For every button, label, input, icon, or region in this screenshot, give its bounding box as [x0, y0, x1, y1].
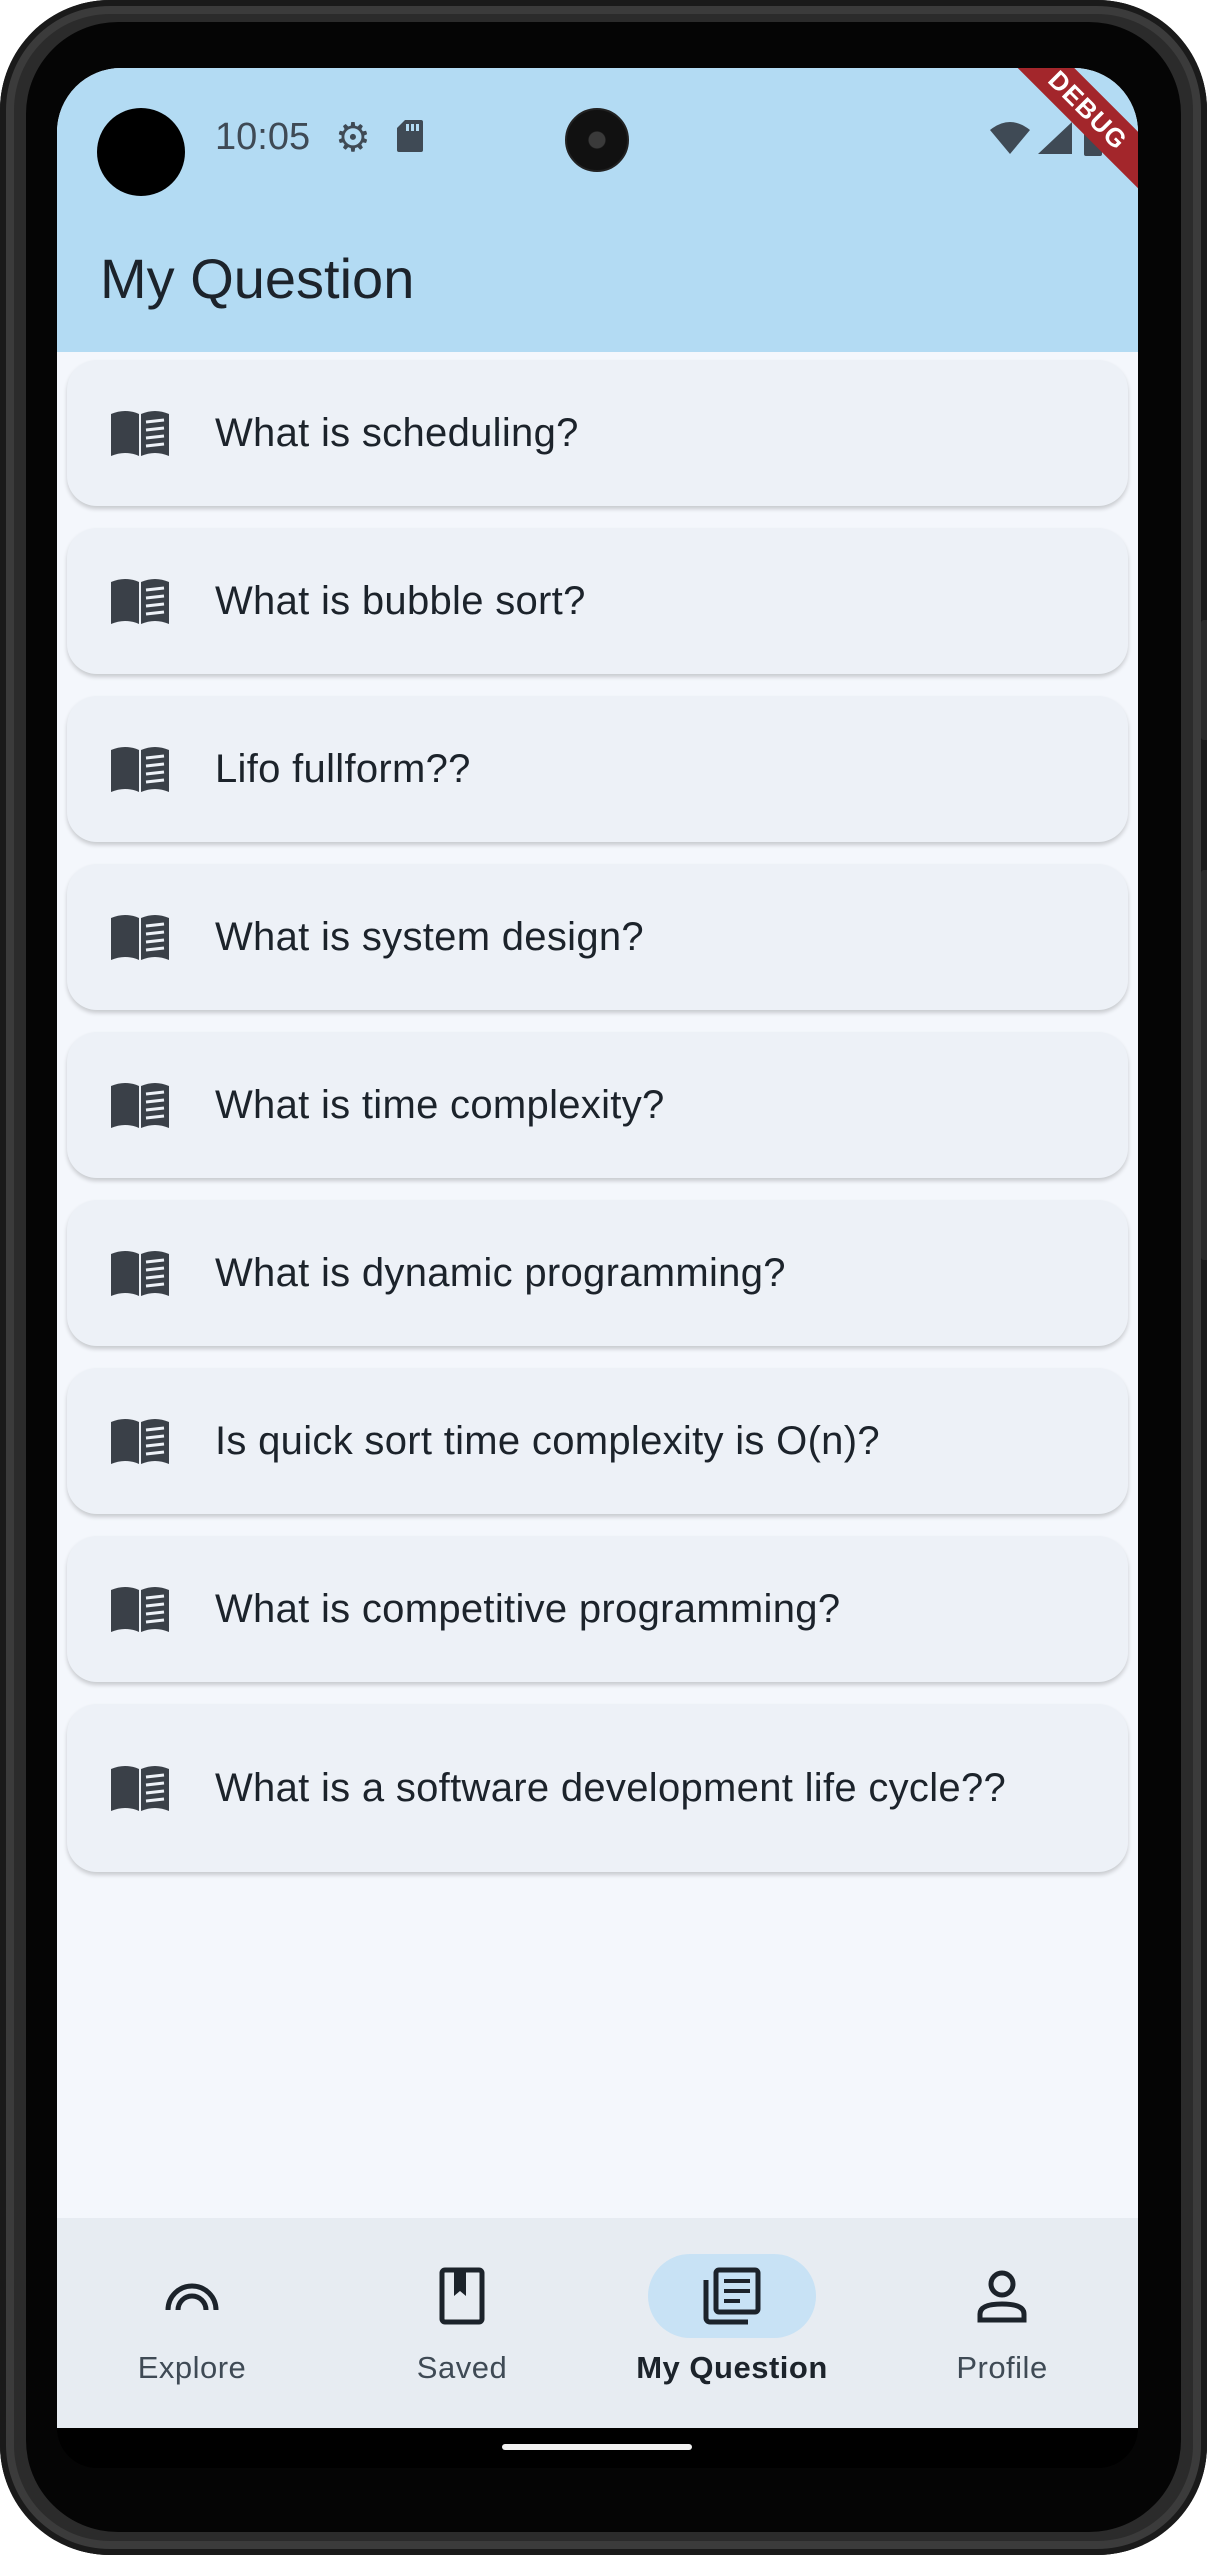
page-title: My Question — [100, 247, 415, 310]
nav-profile-label: Profile — [956, 2350, 1048, 2385]
explore-arc-icon — [165, 2283, 219, 2311]
book-icon — [109, 913, 171, 962]
question-text: Lifo fullform?? — [215, 747, 471, 791]
status-avatar-dot — [97, 108, 185, 196]
wifi-icon — [990, 122, 1030, 154]
book-icon — [109, 1081, 171, 1130]
nav-saved[interactable]: Saved — [327, 2218, 597, 2428]
question-list-icon — [703, 2267, 761, 2325]
nav-saved-label: Saved — [416, 2350, 508, 2385]
book-icon — [109, 577, 171, 626]
nav-my-question-label: My Question — [636, 2350, 828, 2385]
nav-profile[interactable]: Profile — [867, 2218, 1137, 2428]
question-item[interactable]: What is scheduling? — [67, 360, 1128, 506]
question-text: What is bubble sort? — [215, 579, 586, 623]
power-button — [1201, 870, 1207, 1260]
book-icon — [109, 409, 171, 458]
question-text: What is a software development life cycl… — [215, 1766, 1007, 1810]
question-item[interactable]: What is bubble sort? — [67, 528, 1128, 674]
bookmark-icon — [439, 2267, 485, 2325]
status-time: 10:05 — [215, 116, 311, 158]
question-item[interactable]: What is a software development life cycl… — [67, 1704, 1128, 1872]
nav-my-question[interactable]: My Question — [597, 2218, 867, 2428]
question-item[interactable]: Lifo fullform?? — [67, 696, 1128, 842]
book-icon — [109, 1585, 171, 1634]
question-item[interactable]: What is time complexity? — [67, 1032, 1128, 1178]
front-camera — [565, 108, 629, 172]
volume-button — [1201, 620, 1207, 740]
bottom-navigation: Explore Saved My Question Profile — [57, 2218, 1138, 2428]
app-bar: 10:05 ⚙ DEBUG My Question — [57, 68, 1138, 352]
nav-explore-label: Explore — [137, 2350, 247, 2385]
question-text: What is scheduling? — [215, 411, 579, 455]
screen: 10:05 ⚙ DEBUG My Question What is schedu… — [57, 68, 1138, 2428]
question-list: What is scheduling? What is bubble sort?… — [67, 360, 1128, 1894]
settings-gear-icon: ⚙ — [335, 116, 371, 160]
person-icon — [977, 2270, 1027, 2323]
home-gesture-bar[interactable] — [502, 2444, 692, 2450]
book-icon — [109, 745, 171, 794]
nav-explore[interactable]: Explore — [57, 2218, 327, 2428]
book-icon — [109, 1249, 171, 1298]
sd-card-icon — [397, 120, 423, 152]
question-text: What is time complexity? — [215, 1083, 665, 1127]
question-item[interactable]: What is competitive programming? — [67, 1536, 1128, 1682]
book-icon — [109, 1764, 171, 1813]
question-item[interactable]: What is system design? — [67, 864, 1128, 1010]
question-text: What is system design? — [215, 915, 644, 959]
question-text: Is quick sort time complexity is O(n)? — [215, 1419, 880, 1463]
question-item[interactable]: Is quick sort time complexity is O(n)? — [67, 1368, 1128, 1514]
book-icon — [109, 1417, 171, 1466]
question-text: What is competitive programming? — [215, 1587, 841, 1631]
question-item[interactable]: What is dynamic programming? — [67, 1200, 1128, 1346]
question-text: What is dynamic programming? — [215, 1251, 786, 1295]
signal-icon — [1038, 122, 1072, 154]
